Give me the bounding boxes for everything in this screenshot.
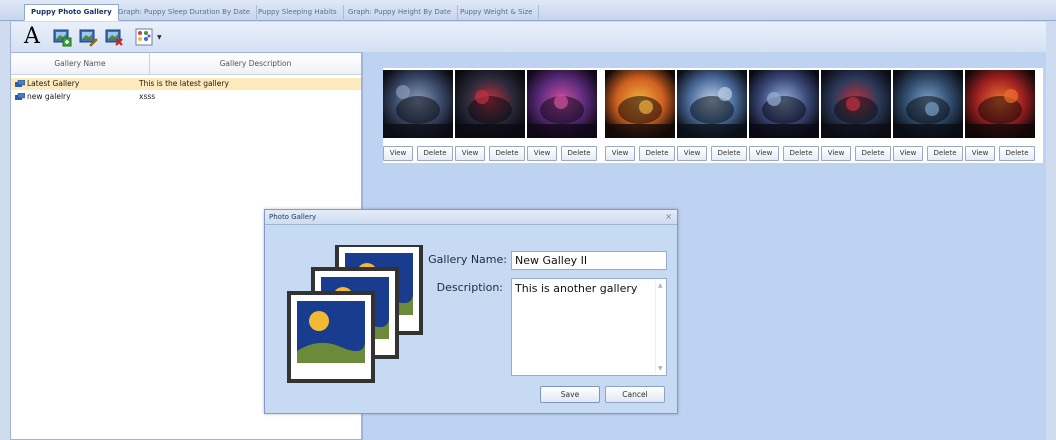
edit-image-button[interactable] — [77, 26, 99, 48]
photo-thumbnail[interactable] — [677, 70, 747, 138]
view-button[interactable]: View — [821, 146, 851, 161]
description-text: This is another gallery — [515, 282, 638, 295]
font-icon: A — [24, 24, 40, 49]
photo-thumbnail[interactable] — [965, 70, 1035, 138]
view-button[interactable]: View — [893, 146, 923, 161]
gallery-row-description: xsss — [139, 92, 156, 101]
description-label: Description: — [436, 281, 503, 294]
delete-button[interactable]: Delete — [639, 146, 675, 161]
color-palette-icon — [135, 28, 153, 46]
photo-thumbnail[interactable] — [383, 70, 453, 138]
gallery-row-name: new galelry — [27, 92, 71, 101]
view-button[interactable]: View — [965, 146, 995, 161]
gallery-row-icon — [15, 80, 25, 87]
tab-bar: Puppy Photo Gallery Graph: Puppy Sleep D… — [0, 0, 1056, 21]
view-button[interactable]: View — [749, 146, 779, 161]
delete-button[interactable]: Delete — [855, 146, 891, 161]
gallery-row[interactable]: Latest Gallery This is the latest galler… — [11, 78, 361, 90]
gallery-row-name: Latest Gallery — [27, 79, 80, 88]
save-button[interactable]: Save — [540, 386, 600, 403]
toolbar: A ▼ — [10, 22, 1046, 52]
edit-image-icon — [79, 29, 98, 47]
gallery-list-header: Gallery Name Gallery Description — [11, 53, 361, 75]
close-icon[interactable]: × — [665, 212, 672, 221]
tab-puppy-sleeping-habits[interactable]: Puppy Sleeping Habits — [252, 5, 344, 21]
view-button[interactable]: View — [383, 146, 413, 161]
chevron-down-icon[interactable]: ▼ — [157, 34, 163, 41]
delete-button[interactable]: Delete — [999, 146, 1035, 161]
delete-button[interactable]: Delete — [561, 146, 597, 161]
delete-button[interactable]: Delete — [783, 146, 819, 161]
column-gallery-name[interactable]: Gallery Name — [11, 59, 149, 68]
textarea-scrollbar[interactable]: ▲ ▼ — [655, 280, 665, 374]
photo-thumbnail[interactable] — [749, 70, 819, 138]
delete-button[interactable]: Delete — [489, 146, 525, 161]
tab-graph-height[interactable]: Graph: Puppy Height By Date — [342, 5, 459, 21]
photo-thumbnail[interactable] — [605, 70, 675, 138]
scroll-down-icon[interactable]: ▼ — [658, 365, 663, 372]
gallery-row-icon — [15, 93, 25, 100]
view-button[interactable]: View — [455, 146, 485, 161]
add-image-button[interactable] — [51, 26, 73, 48]
gallery-name-input[interactable]: New Galley II — [511, 251, 667, 270]
delete-button[interactable]: Delete — [927, 146, 963, 161]
view-button[interactable]: View — [677, 146, 707, 161]
delete-image-button[interactable] — [103, 26, 125, 48]
add-image-icon — [53, 29, 72, 47]
column-gallery-description[interactable]: Gallery Description — [150, 59, 361, 68]
tab-puppy-photo-gallery[interactable]: Puppy Photo Gallery — [24, 4, 119, 21]
delete-image-icon — [105, 29, 123, 46]
photo-thumbnail[interactable] — [527, 70, 597, 138]
dialog-title: Photo Gallery — [269, 213, 317, 221]
description-textarea[interactable]: This is another gallery ▲ ▼ — [511, 278, 667, 376]
font-button[interactable]: A — [21, 26, 43, 48]
tab-puppy-weight-size[interactable]: Puppy Weight & Size — [454, 5, 540, 21]
gallery-row[interactable]: new galelry xsss — [11, 91, 361, 103]
photo-thumbnail[interactable] — [821, 70, 891, 138]
photo-thumbnail[interactable] — [893, 70, 963, 138]
gallery-name-label: Gallery Name: — [428, 253, 507, 266]
color-palette-button[interactable] — [133, 26, 155, 48]
view-button[interactable]: View — [527, 146, 557, 161]
gallery-row-description: This is the latest gallery — [139, 79, 229, 88]
scroll-up-icon[interactable]: ▲ — [658, 282, 663, 289]
cancel-button[interactable]: Cancel — [605, 386, 665, 403]
dialog-title-bar: Photo Gallery × — [265, 210, 677, 225]
tab-graph-sleep-duration[interactable]: Graph: Puppy Sleep Duration By Date — [112, 5, 258, 21]
photo-stack-icon — [287, 245, 423, 383]
view-button[interactable]: View — [605, 146, 635, 161]
delete-button[interactable]: Delete — [417, 146, 453, 161]
photo-gallery-dialog: Photo Gallery × Gallery Name: New Galley… — [264, 209, 678, 414]
delete-button[interactable]: Delete — [711, 146, 747, 161]
photo-strip: View Delete View Delete View Delete View Delete… — [383, 68, 1043, 163]
photo-thumbnail[interactable] — [455, 70, 525, 138]
